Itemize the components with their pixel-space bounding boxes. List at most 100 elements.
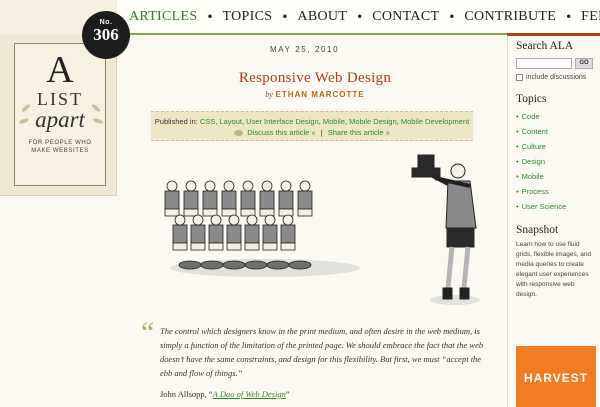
topic-label[interactable]: Process <box>522 187 549 196</box>
topics-section: Topics • Code • Content • Culture • Design •… <box>516 93 600 214</box>
cite-close-quote: ” <box>285 389 290 399</box>
search-row: GO <box>516 58 600 69</box>
snapshot-heading: Snapshot <box>516 224 559 236</box>
lying-player-figure <box>288 260 312 270</box>
nav-underline <box>117 33 507 35</box>
nav-topics[interactable]: TOPICS <box>223 9 273 25</box>
logo-tagline-line2: MAKE WEBSITES <box>31 148 89 154</box>
player-figure <box>164 180 180 217</box>
nav-feed[interactable]: FEED <box>581 9 600 25</box>
logo-tagline: FOR PEOPLE WHO MAKE WEBSITES <box>15 139 105 155</box>
player-figure <box>244 214 260 251</box>
category-link[interactable]: User Interface Design <box>246 117 319 126</box>
topic-item[interactable]: • Process <box>516 184 600 199</box>
harvest-ad[interactable]: HARVEST <box>516 346 596 407</box>
snapshot-section: Snapshot Learn how to use fluid grids, f… <box>516 224 600 300</box>
category-link[interactable]: CSS <box>200 117 215 126</box>
nav-about[interactable]: ABOUT <box>297 9 347 25</box>
player-figure <box>262 214 278 251</box>
pull-quote: The control which designers know in the … <box>160 326 484 378</box>
player-figure <box>208 214 224 251</box>
player-figure <box>259 180 275 217</box>
topic-item[interactable]: • User Science <box>516 199 600 214</box>
topics-heading: Topics <box>516 93 547 105</box>
topic-item[interactable]: • Code <box>516 109 600 124</box>
sidebar-top-rule <box>507 33 600 36</box>
discuss-link[interactable]: Discuss this article » <box>247 128 315 137</box>
player-figure <box>226 214 242 251</box>
category-link[interactable]: Mobile Development <box>401 117 469 126</box>
search-heading: Search ALA <box>516 40 574 52</box>
logo-tagline-line1: FOR PEOPLE WHO <box>28 140 92 146</box>
published-label: Published in: <box>154 117 198 126</box>
topic-label[interactable]: Mobile <box>522 172 544 181</box>
topic-label[interactable]: Content <box>522 127 548 136</box>
byline-by: by <box>265 90 273 99</box>
topic-item[interactable]: • Design <box>516 154 600 169</box>
topic-label[interactable]: Design <box>522 157 545 166</box>
player-figure <box>190 214 206 251</box>
quote-mark-icon: “ <box>141 316 155 349</box>
lying-player-figure <box>178 260 202 270</box>
topic-item[interactable]: • Content <box>516 124 600 139</box>
logo-letter-a: A <box>46 49 74 91</box>
topic-label[interactable]: Code <box>522 112 540 121</box>
published-in-box: Published in: CSS, Layout, User Interfac… <box>151 111 473 141</box>
discuss-share-row: Discuss this article » | Share this arti… <box>151 127 473 138</box>
player-figure <box>172 214 188 251</box>
topic-item[interactable]: • Culture <box>516 139 600 154</box>
author-link[interactable]: ETHAN MARCOTTE <box>276 90 365 99</box>
nav-separator: • <box>356 10 364 24</box>
lying-player-figure <box>200 260 224 270</box>
article-byline: by ETHAN MARCOTTE <box>130 90 500 99</box>
link-separator: | <box>320 128 323 137</box>
article-illustration <box>164 154 480 305</box>
topic-item[interactable]: • Mobile <box>516 169 600 184</box>
share-link[interactable]: Share this article » <box>328 128 390 137</box>
quote-citation: John Allsopp, “A Dao of Web Design” <box>160 389 290 399</box>
nav-contact[interactable]: CONTACT <box>372 9 439 25</box>
lying-player-figure <box>266 260 290 270</box>
nav-contribute[interactable]: CONTRIBUTE <box>464 9 556 25</box>
snapshot-text: Learn how to use fluid grids, flexible i… <box>516 241 592 298</box>
cite-author: John Allsopp, <box>160 389 209 399</box>
categories-row: Published in: CSS, Layout, User Interfac… <box>151 116 473 127</box>
include-discussions-option[interactable]: include discussions <box>516 74 600 81</box>
sidebar: Search ALA GO include discussions Topics… <box>516 40 600 300</box>
topic-label[interactable]: User Science <box>522 202 567 211</box>
nav-separator: • <box>565 10 573 24</box>
issue-number: 306 <box>93 25 119 44</box>
search-input[interactable] <box>516 58 572 69</box>
lying-player-figure <box>222 260 246 270</box>
player-figure <box>221 180 237 217</box>
article-date: MAY 25, 2010 <box>270 45 340 54</box>
nav-separator: • <box>448 10 456 24</box>
player-figure <box>280 214 296 251</box>
player-figure <box>240 180 256 217</box>
main-navigation: ARTICLES • TOPICS • ABOUT • CONTACT • CO… <box>117 0 600 34</box>
speech-bubble-icon <box>234 130 244 137</box>
category-link[interactable]: Mobile <box>323 117 345 126</box>
photographer-figure <box>411 154 477 300</box>
category-link[interactable]: Mobile Design <box>349 117 397 126</box>
player-figure <box>278 180 294 217</box>
nav-separator: • <box>206 10 214 24</box>
include-discussions-checkbox[interactable] <box>516 74 523 81</box>
lying-player-figure <box>244 260 268 270</box>
player-figure <box>183 180 199 217</box>
category-link[interactable]: Layout <box>219 117 242 126</box>
nav-articles[interactable]: ARTICLES <box>129 9 197 25</box>
player-figure <box>297 180 313 217</box>
include-discussions-label: include discussions <box>526 74 587 81</box>
search-go-button[interactable]: GO <box>575 58 593 69</box>
article-title[interactable]: Responsive Web Design <box>130 70 500 87</box>
nav-separator: • <box>281 10 289 24</box>
cite-book-link[interactable]: A Dao of Web Design <box>213 389 286 399</box>
sidebar-divider <box>507 36 508 407</box>
issue-badge: No. 306 <box>82 11 130 59</box>
topic-label[interactable]: Culture <box>522 142 546 151</box>
site-logo[interactable]: A LIST apart FOR PEOPLE WHO MAKE WEBSITE… <box>14 43 106 186</box>
player-figure <box>202 180 218 217</box>
harvest-ad-label: HARVEST <box>523 371 589 385</box>
topics-list: • Code • Content • Culture • Design • Mobile … <box>516 109 600 214</box>
